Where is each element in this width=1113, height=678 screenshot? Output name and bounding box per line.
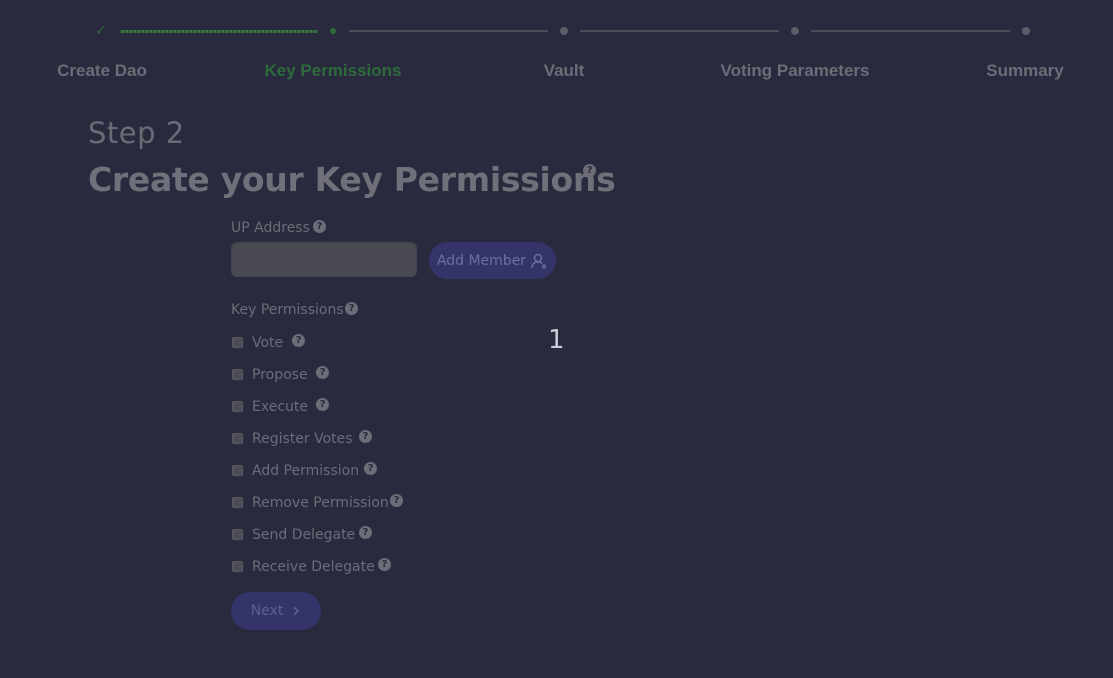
step-dot (791, 27, 799, 35)
permission-label: Send Delegate (252, 527, 356, 543)
page-title: Create your Key Permissions ? (88, 160, 616, 199)
checkbox[interactable] (232, 400, 243, 412)
help-icon[interactable]: ? (390, 494, 403, 507)
progress-segment (349, 30, 548, 32)
checkbox[interactable] (232, 336, 243, 348)
step-label-vault[interactable]: Vault (544, 61, 585, 81)
checkbox[interactable] (232, 528, 243, 540)
help-icon[interactable]: ? (316, 398, 329, 411)
step-dot (1022, 27, 1030, 35)
checkbox[interactable] (232, 496, 243, 508)
step-dot-current (330, 28, 336, 34)
permission-label: Register Votes (252, 431, 353, 447)
help-icon[interactable]: ? (292, 334, 305, 347)
permission-option-propose[interactable]: Propose (231, 365, 308, 383)
progress-segment (811, 30, 1010, 32)
page-title-text: Create your Key Permissions (88, 160, 616, 199)
permission-option-vote[interactable]: Vote (231, 333, 283, 351)
help-icon[interactable]: ? (316, 366, 329, 379)
permission-option-receive-delegate[interactable]: Receive Delegate (231, 557, 375, 575)
member-count: 1 (548, 325, 565, 355)
checkbox[interactable] (232, 464, 243, 476)
permission-option-register-votes[interactable]: Register Votes (231, 429, 353, 447)
help-icon[interactable]: ? (313, 220, 326, 233)
help-icon[interactable]: ? (359, 430, 372, 443)
key-permissions-label: Key Permissions (231, 302, 344, 318)
up-address-input[interactable] (231, 242, 417, 277)
checkbox[interactable] (232, 432, 243, 444)
checkbox[interactable] (232, 368, 243, 380)
add-member-label: Add Member (436, 252, 527, 269)
permission-option-send-delegate[interactable]: Send Delegate (231, 525, 355, 543)
step-label-voting-parameters[interactable]: Voting Parameters (721, 61, 870, 81)
permission-label: Remove Permission (252, 495, 389, 511)
step-label-summary[interactable]: Summary (986, 61, 1063, 81)
help-icon[interactable]: ? (364, 462, 377, 475)
permission-option-remove-permission[interactable]: Remove Permission (231, 493, 389, 511)
permission-option-execute[interactable]: Execute (231, 397, 308, 415)
next-label: Next (250, 603, 284, 619)
step-label-create-dao[interactable]: Create Dao (57, 61, 147, 81)
permission-label: Vote (252, 335, 284, 351)
help-icon[interactable]: ? (345, 302, 358, 315)
permission-label: Add Permission (252, 463, 360, 479)
chevron-right-icon (293, 606, 300, 616)
help-icon[interactable]: ? (583, 164, 596, 177)
check-icon: ✓ (95, 23, 107, 39)
create-dao-wizard: ✓ Create Dao Key Permissions Vault Votin… (0, 0, 1113, 678)
permission-label: Propose (252, 367, 308, 383)
help-icon[interactable]: ? (359, 526, 372, 539)
permission-option-add-permission[interactable]: Add Permission (231, 461, 359, 479)
permission-label: Execute (252, 399, 308, 415)
step-dot (560, 27, 568, 35)
step-number: Step 2 (88, 116, 185, 150)
add-user-icon (531, 253, 547, 269)
add-member-button[interactable]: Add Member (429, 242, 556, 279)
step-label-key-permissions[interactable]: Key Permissions (264, 61, 401, 81)
help-icon[interactable]: ? (378, 558, 391, 571)
progress-segment-completed (120, 30, 318, 33)
up-address-label: UP Address (231, 220, 310, 236)
checkbox[interactable] (232, 560, 243, 572)
next-button[interactable]: Next (231, 592, 321, 630)
progress-segment (580, 30, 779, 32)
permission-label: Receive Delegate (252, 559, 375, 575)
